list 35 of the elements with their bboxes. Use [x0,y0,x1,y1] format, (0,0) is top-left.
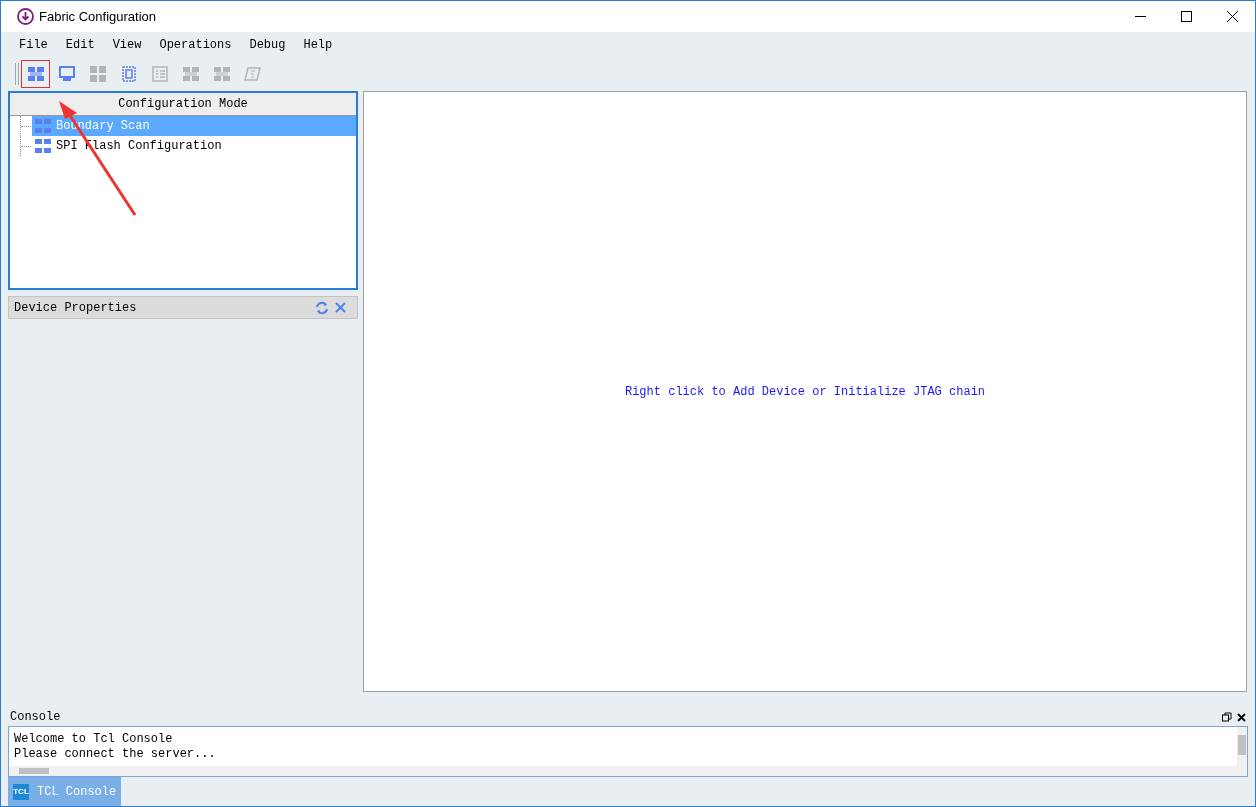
toolbar-button[interactable] [21,59,50,88]
close-icon[interactable] [1237,712,1246,722]
chain-icon [181,65,200,82]
restore-icon[interactable] [1222,712,1232,722]
panel-title: Device Properties [14,299,137,317]
menu-item[interactable]: Edit [57,36,103,54]
monitor-icon [57,65,76,82]
menu-item[interactable]: Debug [241,36,294,54]
horizontal-scrollbar[interactable] [9,766,1237,776]
chain-icon [212,65,231,82]
refresh-icon[interactable] [315,300,329,315]
menu-item[interactable]: Operations [151,36,240,54]
console-title: Console [10,709,61,726]
canvas-hint: Right click to Add Device or Initialize JTAG chain [624,383,986,401]
menu-item[interactable]: File [11,36,56,54]
list-icon [150,65,169,82]
close-icon [1226,11,1238,22]
tcl-logo-icon: TCL [13,783,29,800]
column-header: Configuration Mode [10,93,356,116]
menu-item[interactable]: View [104,36,150,54]
maximize-icon [1180,11,1192,22]
menu-item[interactable]: Help [295,36,341,54]
console-tab[interactable]: TCL TCL Console [8,777,122,806]
window-title: Fabric Configuration [39,7,157,26]
grid-icon [88,65,107,82]
app-logo-icon [17,8,34,25]
chip-icon [119,65,138,82]
eraser-icon [243,65,262,82]
chain-icon [26,65,45,82]
console-line: Welcome to Tcl Console [14,732,174,747]
vertical-scrollbar[interactable] [1237,727,1247,776]
chain-icon [34,118,52,134]
toolbar-grip [15,62,19,85]
chain-icon [34,138,52,154]
console-line: Please connect the server... [14,747,217,762]
